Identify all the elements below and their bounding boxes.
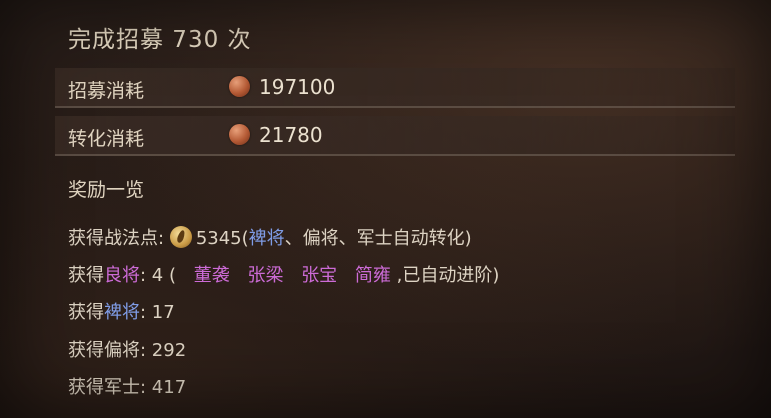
bijiang-prefix: 获得: [68, 302, 104, 323]
junshi-count: : 417: [140, 377, 187, 398]
grade-liangjiang-label: 良将: [104, 265, 140, 286]
tactic-points-rest: 、军士自动转化): [338, 228, 472, 249]
general-name: 董袭: [193, 265, 230, 286]
tactic-points-prefix: 获得战法点:: [68, 228, 165, 249]
tactic-points-sep: 、: [284, 228, 303, 249]
recruit-cost-row: 招募消耗 197100: [55, 68, 735, 108]
recruit-cost-value: 197100: [259, 75, 336, 99]
recruit-cost-label: 招募消耗: [68, 80, 145, 102]
grade-pianjiang-label: 偏将: [302, 228, 339, 249]
grade-bijiang-label: 裨将: [248, 228, 285, 249]
convert-cost-label: 转化消耗: [68, 128, 145, 150]
junshi-prefix: 获得军士: [68, 377, 140, 398]
pianjiang-prefix: 获得: [68, 340, 104, 361]
grade-bijiang-label: 裨将: [104, 302, 140, 323]
general-name: 张梁: [247, 265, 284, 286]
good-generals-line: 获得良将: 4 ( 董袭 张梁 张宝 简雍 ,已自动进阶): [68, 261, 499, 287]
general-name: 简雍: [354, 265, 391, 286]
tactic-points-line: 获得战法点: 5345(裨将、偏将、军士自动转化): [68, 224, 472, 250]
general-name: 张宝: [301, 265, 338, 286]
copper-coin-icon: [229, 76, 250, 97]
tactic-points-open: (: [241, 228, 249, 249]
pianjiang-line: 获得偏将: 292: [68, 336, 186, 362]
tactic-point-icon: [169, 226, 192, 248]
rewards-heading: 奖励一览: [68, 179, 145, 201]
pianjiang-count: : 292: [140, 340, 187, 361]
good-generals-prefix: 获得: [68, 265, 104, 286]
grade-pianjiang-label: 偏将: [104, 340, 140, 361]
bijiang-count: : 17: [140, 302, 175, 323]
bijiang-line: 获得裨将: 17: [68, 298, 175, 324]
recruit-result-panel: 完成招募 730 次 招募消耗 197100 转化消耗 21780 奖励一览 获…: [0, 0, 771, 418]
junshi-line: 获得军士: 417: [68, 373, 186, 399]
good-generals-count: : 4 (: [140, 265, 176, 286]
convert-cost-row: 转化消耗 21780: [55, 116, 735, 156]
tactic-points-value: 5345: [195, 228, 242, 249]
copper-coin-icon: [229, 124, 250, 145]
recruit-count-title: 完成招募 730 次: [68, 27, 252, 53]
good-generals-suffix: ,已自动进阶): [396, 265, 500, 286]
convert-cost-value: 21780: [259, 123, 323, 147]
